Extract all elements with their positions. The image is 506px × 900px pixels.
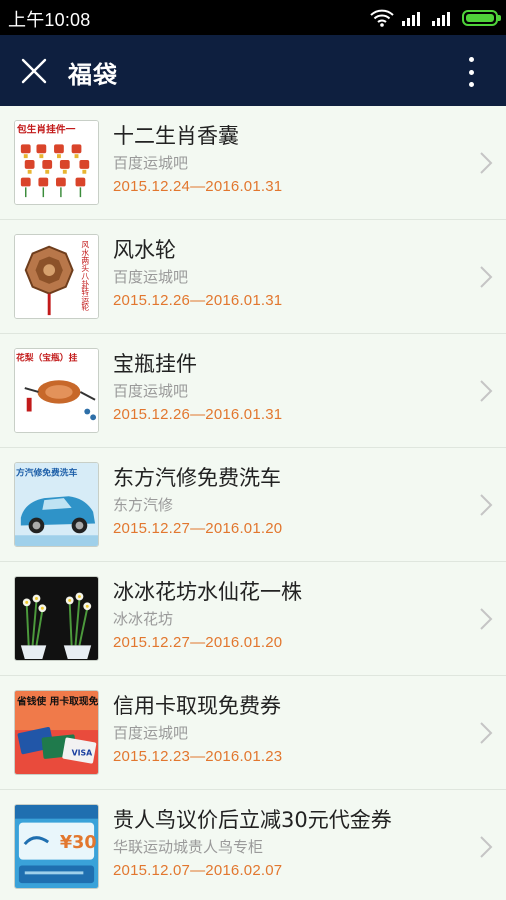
item-thumbnail	[14, 576, 99, 661]
close-icon	[21, 58, 47, 84]
item-date: 2015.12.27—2016.01.20	[113, 520, 283, 537]
close-button[interactable]	[16, 53, 52, 89]
status-icons	[370, 7, 501, 29]
list-item[interactable]: 包生肖挂件一 十二生肖香囊 百度运城吧 2015.12.24—2016.01.3…	[0, 106, 506, 220]
status-bar: 上午10:08	[0, 0, 506, 35]
chevron-right-icon	[480, 722, 493, 744]
item-shop: 华联运动城贵人鸟专柜	[113, 838, 264, 856]
item-thumbnail: 花梨（宝瓶）挂	[14, 348, 99, 433]
signal-icon	[432, 12, 450, 26]
thumb-label: ¥30	[60, 833, 97, 853]
chevron-right-icon	[480, 836, 493, 858]
list-item[interactable]: 方汽修免费洗车 东方汽修免费洗车 东方汽修 2015.12.27—2016.01…	[0, 448, 506, 562]
chevron-right-icon	[480, 608, 493, 630]
item-thumbnail: 包生肖挂件一	[14, 120, 99, 205]
item-shop: 百度运城吧	[113, 724, 189, 742]
item-thumbnail: 方汽修免费洗车	[14, 462, 99, 547]
wifi-icon	[370, 9, 394, 27]
item-shop: 百度运城吧	[113, 268, 189, 286]
list-item[interactable]: 省钱使 用卡取现免 VISA 信用卡取现免费券 百度运城吧 2015.12.23…	[0, 676, 506, 790]
list-item[interactable]: 风水两头八卦转运轮 风水轮 百度运城吧 2015.12.26—2016.01.3…	[0, 220, 506, 334]
more-options-button[interactable]	[458, 55, 484, 89]
more-vertical-icon	[468, 57, 474, 62]
thumb-label: 花梨（宝瓶）挂	[16, 352, 78, 364]
chevron-right-icon	[480, 266, 493, 288]
item-thumbnail: 省钱使 用卡取现免 VISA	[14, 690, 99, 775]
item-thumbnail: ¥30	[14, 804, 99, 889]
thumb-label: 方汽修免费洗车	[16, 467, 78, 479]
item-date: 2015.12.26—2016.01.31	[113, 406, 283, 423]
svg-text:VISA: VISA	[72, 748, 93, 757]
thumb-label: 包生肖挂件一	[16, 123, 76, 136]
chevron-right-icon	[480, 380, 493, 402]
list-item[interactable]: ¥30 贵人鸟议价后立减30元代金券 华联运动城贵人鸟专柜 2015.12.07…	[0, 790, 506, 900]
list-item[interactable]: 花梨（宝瓶）挂 宝瓶挂件 百度运城吧 2015.12.26—2016.01.31	[0, 334, 506, 448]
thumb-label: 风水两头八卦转运轮	[81, 241, 90, 312]
signal-icon	[402, 12, 420, 26]
app-bar: 福袋	[0, 35, 506, 106]
item-shop: 东方汽修	[113, 496, 174, 514]
status-time: 上午10:08	[8, 10, 91, 30]
chevron-right-icon	[480, 494, 493, 516]
list-item[interactable]: 冰冰花坊水仙花一株 冰冰花坊 2015.12.27—2016.01.20	[0, 562, 506, 676]
item-title: 宝瓶挂件	[113, 352, 197, 376]
thumb-label: 省钱使 用卡取现免	[16, 695, 98, 708]
item-date: 2015.12.23—2016.01.23	[113, 748, 283, 765]
item-date: 2015.12.24—2016.01.31	[113, 178, 283, 195]
item-title: 信用卡取现免费券	[113, 694, 281, 718]
item-date: 2015.12.27—2016.01.20	[113, 634, 283, 651]
item-title: 贵人鸟议价后立减30元代金券	[113, 808, 392, 832]
item-shop: 百度运城吧	[113, 154, 189, 172]
chevron-right-icon	[480, 152, 493, 174]
item-title: 东方汽修免费洗车	[113, 466, 281, 490]
item-title: 十二生肖香囊	[113, 124, 239, 148]
page-title: 福袋	[68, 61, 118, 89]
item-date: 2015.12.26—2016.01.31	[113, 292, 283, 309]
item-title: 风水轮	[113, 238, 176, 262]
battery-icon	[462, 10, 501, 26]
item-shop: 百度运城吧	[113, 382, 189, 400]
item-thumbnail: 风水两头八卦转运轮	[14, 234, 99, 319]
item-shop: 冰冰花坊	[113, 610, 174, 628]
coupon-list: 包生肖挂件一 十二生肖香囊 百度运城吧 2015.12.24—2016.01.3…	[0, 106, 506, 900]
item-title: 冰冰花坊水仙花一株	[113, 580, 302, 604]
item-date: 2015.12.07—2016.02.07	[113, 862, 283, 879]
